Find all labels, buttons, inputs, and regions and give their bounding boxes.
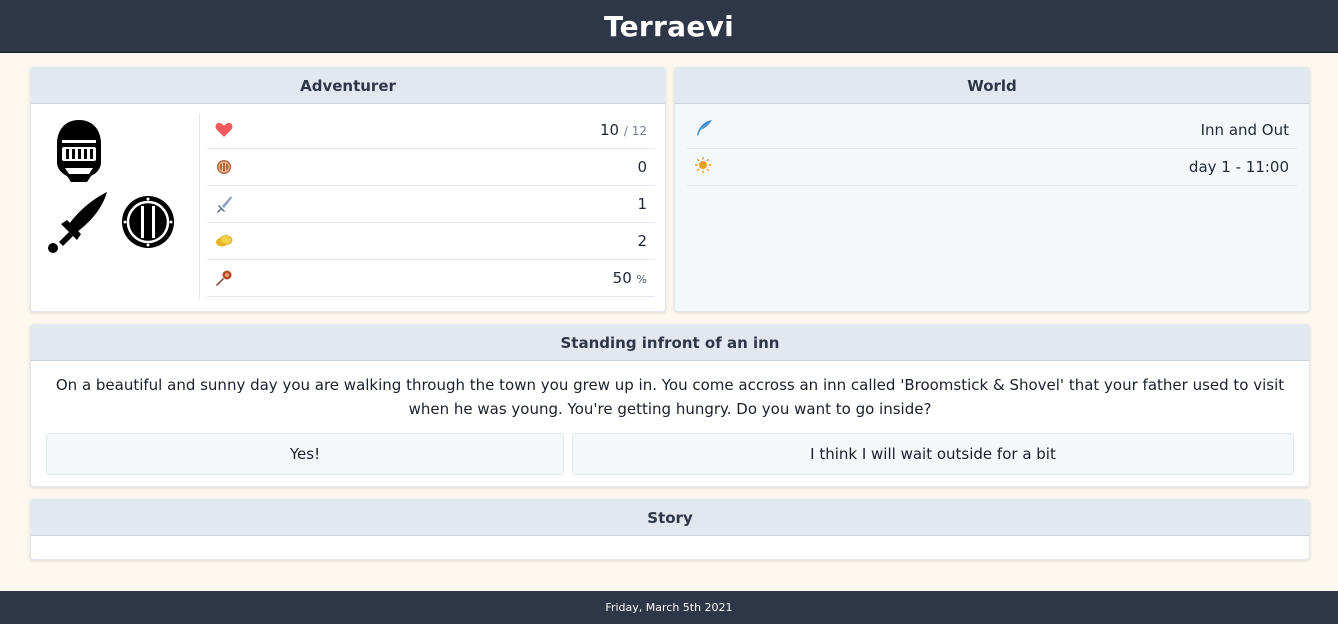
scene-description: On a beautiful and sunny day you are wal… bbox=[55, 376, 1285, 418]
story-panel: Story bbox=[30, 499, 1310, 560]
story-title: Story bbox=[31, 500, 1309, 536]
app-title: Terraevi bbox=[603, 9, 735, 43]
sword-icon bbox=[215, 195, 233, 213]
sword-icon[interactable] bbox=[45, 190, 109, 260]
defense-value: 0 bbox=[637, 158, 647, 176]
choice-yes-button[interactable]: Yes! bbox=[46, 433, 564, 475]
stat-defense: 0 bbox=[207, 149, 655, 186]
adventurer-title: Adventurer bbox=[31, 68, 665, 104]
luck-value: 50 % bbox=[612, 269, 647, 287]
footer-date: Friday, March 5th 2021 bbox=[605, 601, 733, 614]
choice-wait-button[interactable]: I think I will wait outside for a bit bbox=[572, 433, 1294, 475]
equipment-divider bbox=[199, 114, 200, 300]
choice-buttons: Yes! I think I will wait outside for a b… bbox=[46, 433, 1296, 475]
stat-luck: 50 % bbox=[207, 260, 655, 297]
stat-gold: 2 bbox=[207, 223, 655, 260]
heart-icon bbox=[215, 121, 233, 139]
time-value: day 1 - 11:00 bbox=[1188, 158, 1289, 176]
equipment-slots bbox=[31, 114, 199, 300]
stat-attack: 1 bbox=[207, 186, 655, 223]
quill-icon bbox=[695, 119, 713, 141]
footer: Friday, March 5th 2021 bbox=[0, 591, 1338, 624]
scene-panel: Standing infront of an inn On a beautifu… bbox=[30, 324, 1310, 487]
shield-icon bbox=[215, 158, 233, 176]
sun-icon bbox=[695, 157, 711, 177]
knight-helmet-icon[interactable] bbox=[53, 118, 105, 188]
location-value: Inn and Out bbox=[1200, 121, 1289, 139]
stats-list: 10 / 12 0 1 2 50 % bbox=[207, 112, 655, 297]
coins-icon bbox=[215, 232, 233, 250]
adventurer-panel: Adventurer 10 / 12 0 1 2 50 % bbox=[30, 67, 666, 312]
attack-value: 1 bbox=[637, 195, 647, 213]
health-value: 10 / 12 bbox=[599, 121, 647, 139]
torch-icon bbox=[215, 269, 233, 287]
round-shield-icon[interactable] bbox=[121, 194, 175, 254]
world-time: day 1 - 11:00 bbox=[687, 149, 1297, 186]
stat-health: 10 / 12 bbox=[207, 112, 655, 149]
scene-title: Standing infront of an inn bbox=[31, 325, 1309, 361]
world-panel: World Inn and Out day 1 - 11:00 bbox=[674, 67, 1310, 312]
top-bar: Terraevi bbox=[0, 0, 1338, 53]
world-title: World bbox=[675, 68, 1309, 104]
world-location: Inn and Out bbox=[687, 112, 1297, 149]
gold-value: 2 bbox=[637, 232, 647, 250]
